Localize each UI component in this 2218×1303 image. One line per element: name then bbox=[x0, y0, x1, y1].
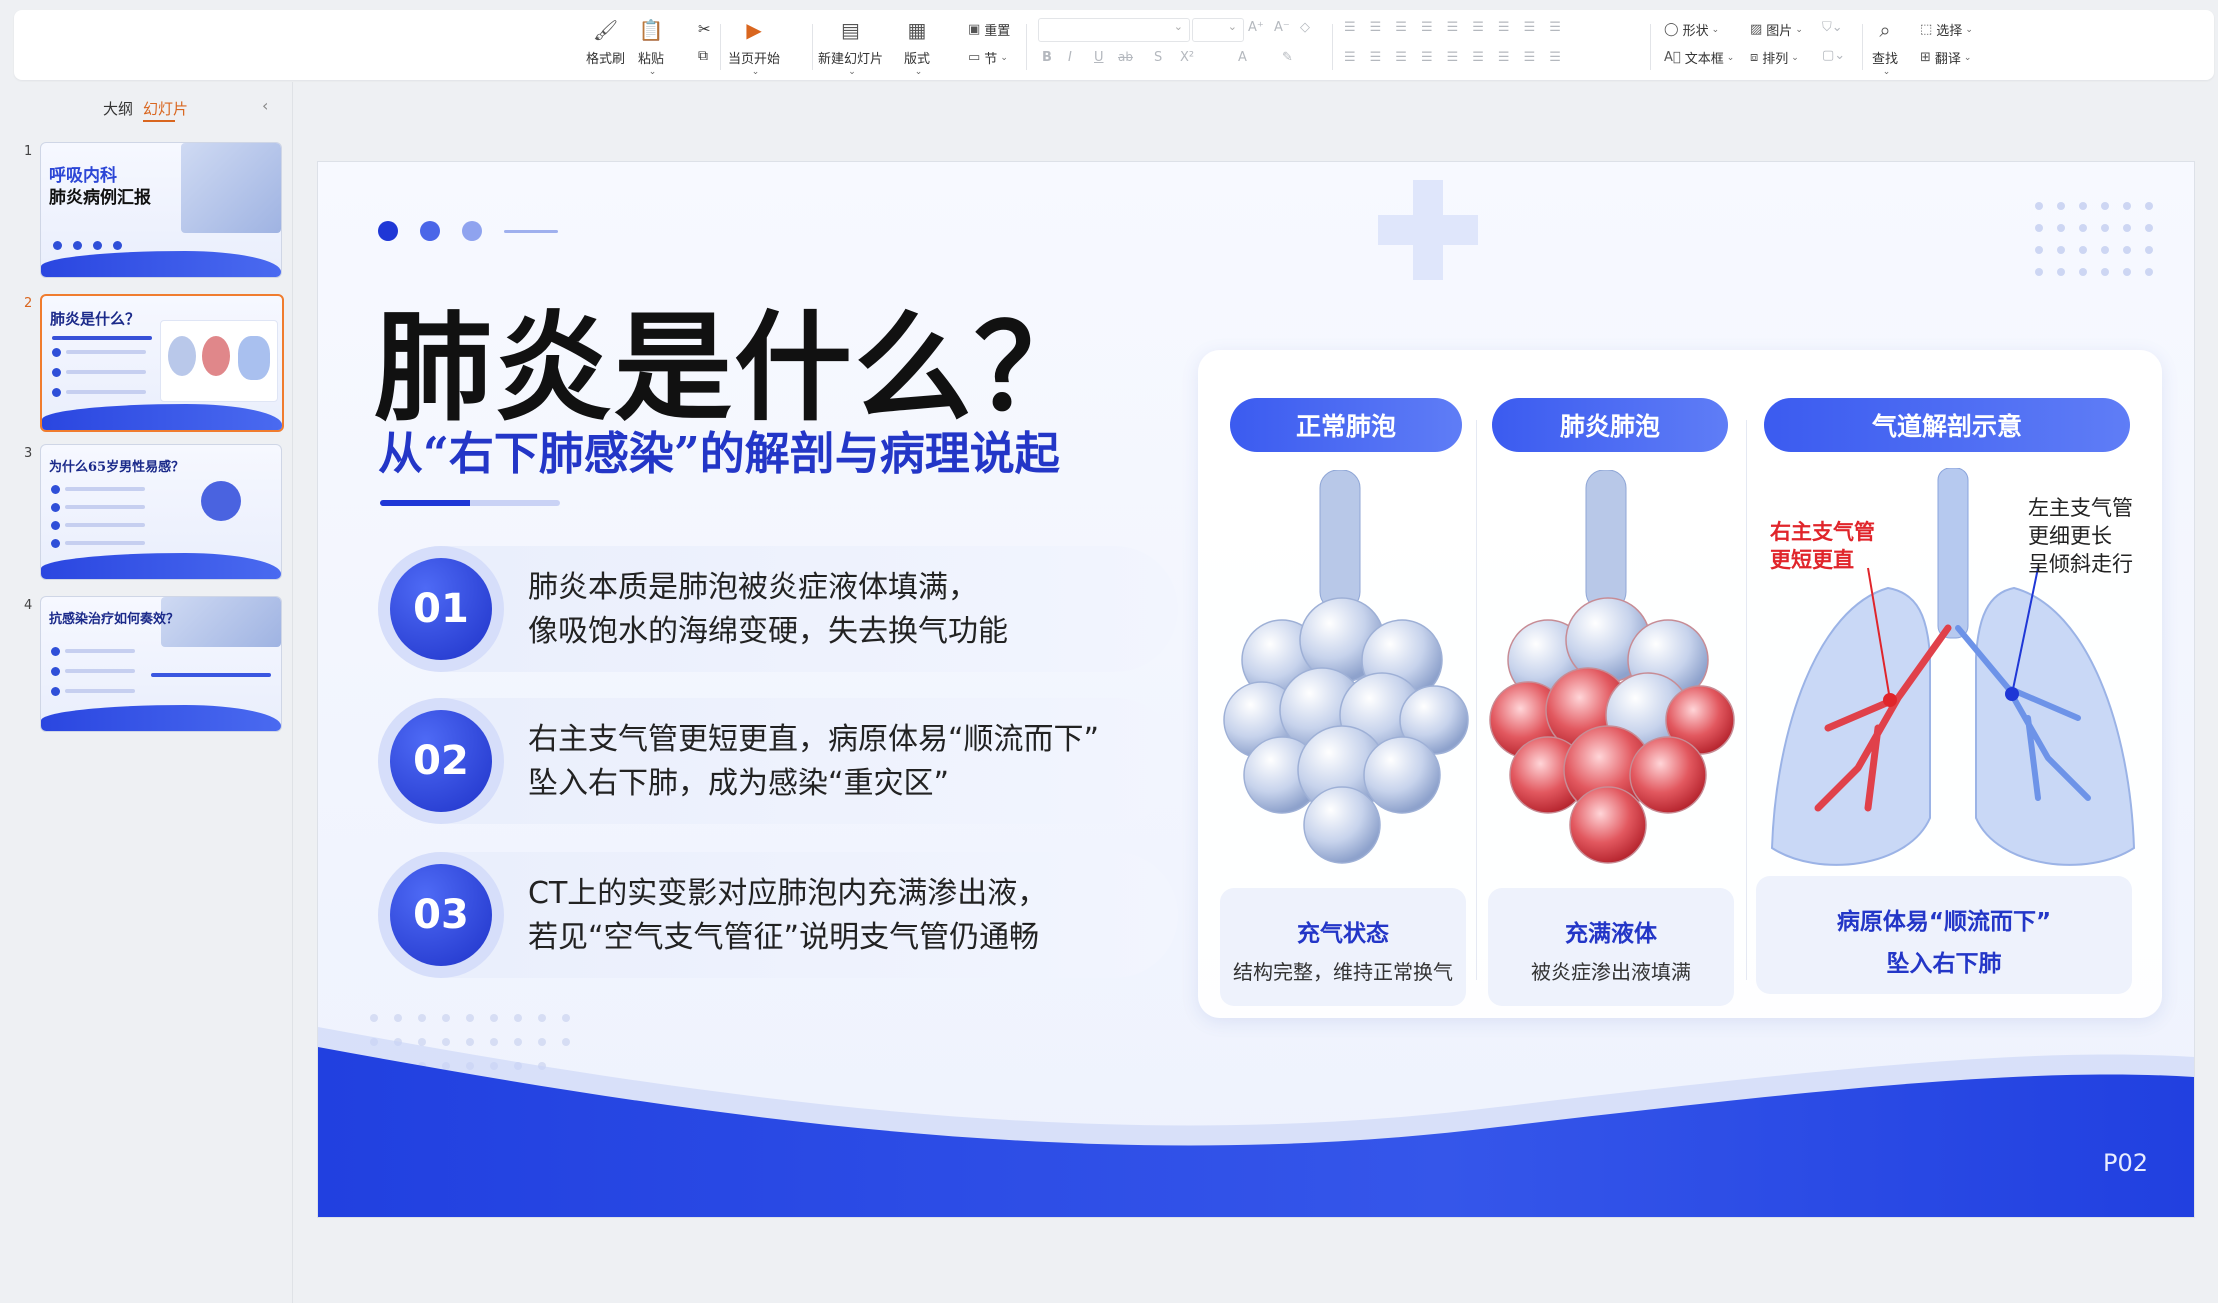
page-number: P02 bbox=[2102, 1149, 2148, 1177]
arrange-button[interactable]: ⧈ 排列 ⌄ bbox=[1750, 48, 1799, 67]
font-color-icon[interactable]: A bbox=[1238, 50, 1247, 65]
paste-button[interactable]: 📋 粘贴 ⌄ bbox=[638, 18, 664, 77]
point-text: 肺炎本质是肺泡被炎症液体填满， 像吸饱水的海绵变硬，失去换气功能 bbox=[528, 570, 1008, 649]
ribbon-toolbar: 🖌 格式刷 📋 粘贴 ⌄ ✂ ⧉ ▶ 当页开始 ⌄ ▤ 新建幻灯片 ⌄ ▦ 版式 ⌄ ▣… bbox=[14, 10, 2214, 80]
tab-slides[interactable]: 幻灯片 bbox=[143, 98, 188, 119]
progress-line bbox=[504, 230, 558, 233]
translate-icon: ⊞ bbox=[1920, 50, 1931, 65]
section-button[interactable]: ▭ 节 ⌄ bbox=[968, 48, 1008, 67]
number-badge: 01 bbox=[378, 546, 504, 672]
slide-subtitle[interactable]: 从“右下肺感染”的解剖与病理说起 bbox=[378, 417, 1060, 482]
title-underline bbox=[380, 500, 560, 506]
format-painter-button[interactable]: 🖌 格式刷 bbox=[586, 18, 625, 67]
new-slide-button[interactable]: ▤ 新建幻灯片 ⌄ bbox=[818, 18, 883, 77]
normal-alveoli-illustration bbox=[1223, 470, 1469, 864]
copy-icon[interactable]: ⧉ bbox=[698, 48, 708, 64]
outline-icon[interactable]: ▢⌄ bbox=[1822, 48, 1845, 63]
number-badge: 02 bbox=[378, 698, 504, 824]
reset-button[interactable]: ▣ 重置 bbox=[968, 20, 1010, 39]
collapse-panel-icon[interactable]: ‹ bbox=[262, 96, 268, 115]
point-text: CT上的实变影对应肺泡内充满渗出液， 若见“空气支气管征”说明支气管仍通畅 bbox=[528, 876, 1048, 955]
medical-cross-icon bbox=[1378, 180, 1478, 280]
slide-thumbnail-2[interactable]: 肺炎是什么？ bbox=[40, 294, 284, 432]
slide-thumbnail-3[interactable]: 为什么65岁男性易感？ bbox=[40, 444, 282, 580]
point-item-1[interactable]: 01 肺炎本质是肺泡被炎症液体填满， 像吸饱水的海绵变硬，失去换气功能 bbox=[378, 546, 1178, 672]
font-family-select[interactable] bbox=[1038, 18, 1190, 42]
thumbnail-number: 4 bbox=[24, 598, 33, 613]
caption-airway: 病原体易“顺流而下” 坠入右下肺 bbox=[1756, 876, 2132, 994]
clipboard-icon: 📋 bbox=[638, 18, 664, 42]
translate-button[interactable]: ⊞ 翻译 ⌄ bbox=[1920, 48, 1971, 67]
annotation-left-bronchus: 左主支气管 更细更长 呈倾斜走行 bbox=[2028, 496, 2133, 576]
dot-grid-decoration bbox=[2035, 202, 2153, 276]
new-slide-icon: ▤ bbox=[841, 18, 860, 42]
thumbnail-number: 2 bbox=[24, 296, 33, 311]
underline-icon[interactable]: U bbox=[1094, 50, 1104, 65]
slide-canvas[interactable]: 肺炎是什么？ 从“右下肺感染”的解剖与病理说起 01 肺炎本质是肺泡被炎症液体填… bbox=[318, 162, 2194, 1217]
superscript-icon[interactable]: X² bbox=[1180, 50, 1194, 65]
fill-icon[interactable]: ⛉⌄ bbox=[1822, 20, 1843, 35]
slide-thumbnail-panel: 大纲 幻灯片 ‹ 1 呼吸内科 肺炎病例汇报 2 肺炎是什么？ 3 为什么65岁… bbox=[0, 82, 293, 1303]
tab-outline[interactable]: 大纲 bbox=[103, 98, 133, 119]
picture-button[interactable]: ▨ 图片 ⌄ bbox=[1750, 20, 1803, 39]
arrange-icon: ⧈ bbox=[1750, 50, 1759, 65]
layout-button[interactable]: ▦ 版式 ⌄ bbox=[904, 18, 930, 77]
layout-icon: ▦ bbox=[907, 18, 927, 42]
bold-icon[interactable]: B bbox=[1042, 50, 1052, 65]
format-painter-icon: 🖌 bbox=[592, 18, 619, 42]
play-icon: ▶ bbox=[746, 18, 762, 42]
highlight-icon[interactable]: ✎ bbox=[1282, 50, 1293, 65]
point-item-2[interactable]: 02 右主支气管更短更直，病原体易“顺流而下” 坠入右下肺，成为感染“重灾区” bbox=[378, 698, 1178, 824]
strikethrough-icon[interactable]: ab bbox=[1118, 50, 1133, 64]
picture-icon: ▨ bbox=[1750, 22, 1763, 37]
font-size-select[interactable] bbox=[1192, 18, 1244, 42]
search-icon: ⌕ bbox=[1879, 18, 1891, 42]
thumbnail-title: 为什么65岁男性易感？ bbox=[49, 460, 185, 475]
panel-header-airway: 气道解剖示意 bbox=[1764, 398, 2130, 452]
italic-icon[interactable]: I bbox=[1068, 50, 1072, 65]
annotation-right-bronchus: 右主支气管 更短更直 bbox=[1770, 520, 1875, 572]
thumbnail-image bbox=[181, 143, 281, 233]
slide-thumbnail-4[interactable]: 抗感染治疗如何奏效？ bbox=[40, 596, 282, 732]
clear-format-icon[interactable]: ◇ bbox=[1300, 20, 1310, 35]
font-shrink-icon[interactable]: A⁻ bbox=[1274, 20, 1290, 35]
select-icon: ⬚ bbox=[1920, 22, 1933, 37]
thumbnail-number: 3 bbox=[24, 446, 33, 461]
align-controls-row2[interactable]: ☰☰☰☰☰☰☰☰☰ bbox=[1344, 50, 1575, 65]
textbox-icon: A⃞ bbox=[1664, 50, 1681, 65]
point-item-3[interactable]: 03 CT上的实变影对应肺泡内充满渗出液， 若见“空气支气管征”说明支气管仍通畅 bbox=[378, 852, 1178, 978]
font-grow-icon[interactable]: A⁺ bbox=[1248, 20, 1264, 35]
shadow-icon[interactable]: S bbox=[1154, 50, 1162, 65]
slide-thumbnail-1[interactable]: 呼吸内科 肺炎病例汇报 bbox=[40, 142, 282, 278]
point-text: 右主支气管更短更直，病原体易“顺流而下” 坠入右下肺，成为感染“重灾区” bbox=[528, 722, 1100, 801]
thumbnail-title: 呼吸内科 肺炎病例汇报 bbox=[49, 166, 151, 208]
thumbnail-title: 肺炎是什么？ bbox=[50, 310, 141, 328]
panel-header-normal: 正常肺泡 bbox=[1230, 398, 1462, 452]
select-button[interactable]: ⬚ 选择 ⌄ bbox=[1920, 20, 1973, 39]
textbox-button[interactable]: A⃞ 文本框 ⌄ bbox=[1664, 48, 1734, 67]
illustration-panel[interactable]: 正常肺泡 肺炎肺泡 气道解剖示意 右主支气管 更短更直 左主支气管 更细更长 呈… bbox=[1198, 350, 2162, 1018]
find-button[interactable]: ⌕ 查找 ⌄ bbox=[1872, 18, 1898, 77]
thumbnail-number: 1 bbox=[24, 144, 33, 159]
shape-icon: ◯ bbox=[1664, 22, 1679, 37]
cut-icon[interactable]: ✂ bbox=[698, 20, 711, 38]
shape-button[interactable]: ◯ 形状 ⌄ bbox=[1664, 20, 1719, 39]
list-controls-row1[interactable]: ☰☰☰☰☰☰☰☰☰ bbox=[1344, 20, 1575, 35]
active-tab-indicator bbox=[143, 120, 175, 122]
section-icon: ▭ bbox=[968, 50, 981, 65]
number-badge: 03 bbox=[378, 852, 504, 978]
pneumonia-alveoli-illustration bbox=[1489, 470, 1735, 864]
thumbnail-image bbox=[201, 481, 241, 521]
thumbnail-title: 抗感染治疗如何奏效？ bbox=[49, 612, 180, 627]
panel-header-pneumonia: 肺炎肺泡 bbox=[1492, 398, 1728, 452]
play-from-current-button[interactable]: ▶ 当页开始 ⌄ bbox=[728, 18, 780, 77]
reset-icon: ▣ bbox=[968, 22, 981, 37]
bottom-wave-decoration bbox=[318, 1027, 2194, 1217]
